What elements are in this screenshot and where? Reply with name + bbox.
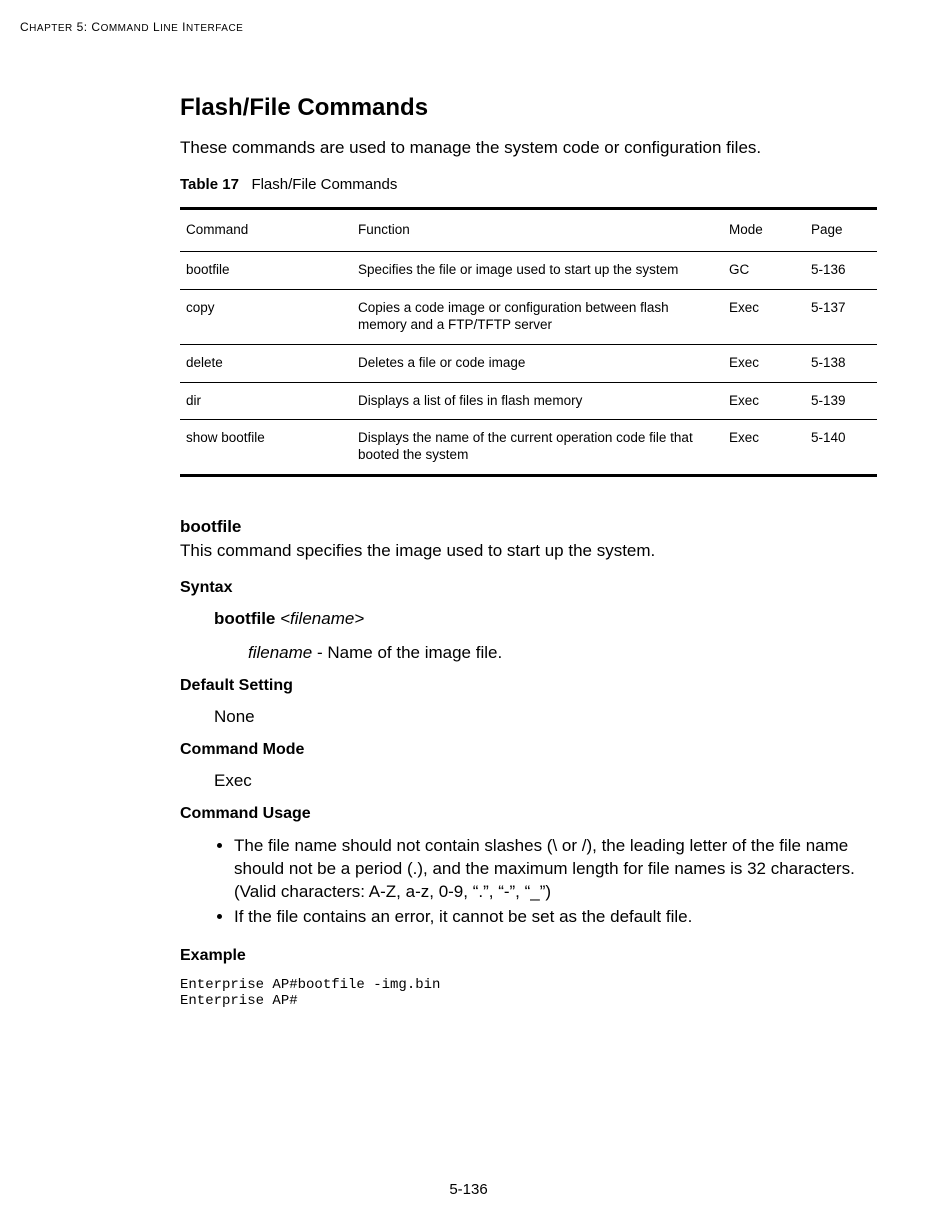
- cell-page: 5-137: [805, 289, 877, 344]
- example-label: Example: [180, 947, 877, 965]
- default-label: Default Setting: [180, 677, 877, 695]
- usage-item: The file name should not contain slashes…: [234, 835, 877, 904]
- syntax-param-name: filename: [248, 643, 312, 662]
- syntax-label: Syntax: [180, 579, 877, 597]
- col-page-header: Page: [805, 209, 877, 252]
- section-heading: bootfile: [180, 517, 877, 537]
- col-function-header: Function: [352, 209, 723, 252]
- mode-label: Command Mode: [180, 741, 877, 759]
- default-value: None: [214, 707, 877, 727]
- table-row: bootfile Specifies the file or image use…: [180, 252, 877, 290]
- cell-mode: GC: [723, 252, 805, 290]
- syntax-command: bootfile: [214, 609, 275, 628]
- table-caption: Table 17 Flash/File Commands: [180, 176, 877, 193]
- cell-mode: Exec: [723, 344, 805, 382]
- usage-list: The file name should not contain slashes…: [234, 835, 877, 929]
- page-number: 5-136: [0, 1181, 937, 1198]
- cell-page: 5-138: [805, 344, 877, 382]
- cell-mode: Exec: [723, 289, 805, 344]
- cell-command: bootfile: [180, 252, 352, 290]
- cell-function: Displays the name of the current operati…: [352, 420, 723, 476]
- cell-page: 5-136: [805, 252, 877, 290]
- syntax-arg: <filename>: [280, 609, 364, 628]
- page-header: CHAPTER 5: COMMAND LINE INTERFACE: [20, 20, 877, 34]
- cell-page: 5-140: [805, 420, 877, 476]
- table-row: copy Copies a code image or configuratio…: [180, 289, 877, 344]
- table-row: dir Displays a list of files in flash me…: [180, 382, 877, 420]
- usage-label: Command Usage: [180, 805, 877, 823]
- col-mode-header: Mode: [723, 209, 805, 252]
- cell-command: delete: [180, 344, 352, 382]
- chapter-label: CHAPTER 5: COMMAND LINE INTERFACE: [20, 20, 243, 34]
- cell-function: Copies a code image or configuration bet…: [352, 289, 723, 344]
- page-title: Flash/File Commands: [180, 94, 877, 122]
- cell-mode: Exec: [723, 382, 805, 420]
- cell-command: copy: [180, 289, 352, 344]
- cell-command: show bootfile: [180, 420, 352, 476]
- intro-text: These commands are used to manage the sy…: [180, 138, 877, 158]
- commands-table: Command Function Mode Page bootfile Spec…: [180, 207, 877, 477]
- table-header-row: Command Function Mode Page: [180, 209, 877, 252]
- table-row: show bootfile Displays the name of the c…: [180, 420, 877, 476]
- cell-page: 5-139: [805, 382, 877, 420]
- cell-command: dir: [180, 382, 352, 420]
- table-row: delete Deletes a file or code image Exec…: [180, 344, 877, 382]
- section-desc: This command specifies the image used to…: [180, 541, 877, 561]
- table-caption-text: Flash/File Commands: [251, 176, 397, 193]
- usage-item: If the file contains an error, it cannot…: [234, 906, 877, 929]
- table-caption-label: Table 17: [180, 176, 239, 193]
- cell-function: Deletes a file or code image: [352, 344, 723, 382]
- syntax-line: bootfile <filename>: [214, 609, 877, 629]
- cell-function: Specifies the file or image used to star…: [352, 252, 723, 290]
- cell-function: Displays a list of files in flash memory: [352, 382, 723, 420]
- example-code: Enterprise AP#bootfile -img.bin Enterpri…: [180, 977, 877, 1009]
- cell-mode: Exec: [723, 420, 805, 476]
- col-command-header: Command: [180, 209, 352, 252]
- syntax-param-desc: - Name of the image file.: [312, 643, 502, 662]
- syntax-param: filename - Name of the image file.: [248, 643, 877, 663]
- mode-value: Exec: [214, 771, 877, 791]
